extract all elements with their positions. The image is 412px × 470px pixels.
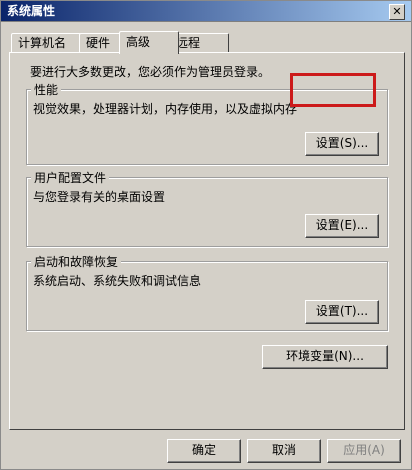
performance-settings-button[interactable]: 设置(S)... — [305, 132, 379, 156]
tab-computer-name[interactable]: 计算机名 — [11, 33, 81, 52]
user-profiles-description: 与您登录有关的桌面设置 — [33, 190, 166, 204]
system-properties-window: 系统属性 ✕ 计算机名 硬件 高级 远程 要进行大多数更改，您必须作为管理员登录… — [0, 0, 412, 470]
startup-recovery-group: 启动和故障恢复 系统启动、系统失败和调试信息 设置(T)... — [26, 253, 388, 331]
ok-button[interactable]: 确定 — [167, 439, 241, 463]
close-icon[interactable]: ✕ — [389, 4, 405, 20]
advanced-tab-panel: 要进行大多数更改，您必须作为管理员登录。 性能 视觉效果，处理器计划，内存使用，… — [9, 52, 405, 430]
environment-variables-button[interactable]: 环境变量(N)... — [262, 345, 388, 369]
title-bar[interactable]: 系统属性 ✕ — [1, 1, 411, 22]
user-profiles-group: 用户配置文件 与您登录有关的桌面设置 设置(E)... — [26, 169, 388, 247]
user-profiles-settings-button[interactable]: 设置(E)... — [305, 214, 379, 238]
highlight-box — [290, 73, 376, 107]
startup-recovery-settings-button[interactable]: 设置(T)... — [305, 300, 379, 324]
admin-note: 要进行大多数更改，您必须作为管理员登录。 — [30, 65, 271, 79]
startup-recovery-description: 系统启动、系统失败和调试信息 — [33, 274, 202, 288]
tab-advanced[interactable]: 高级 — [119, 31, 179, 54]
window-title: 系统属性 — [7, 4, 56, 18]
cancel-button[interactable]: 取消 — [247, 439, 321, 463]
startup-recovery-title: 启动和故障恢复 — [31, 253, 122, 270]
user-profiles-title: 用户配置文件 — [31, 169, 110, 186]
performance-title: 性能 — [31, 81, 62, 98]
apply-button[interactable]: 应用(A) — [327, 439, 401, 463]
performance-description: 视觉效果，处理器计划，内存使用，以及虚拟内存 — [33, 102, 298, 116]
